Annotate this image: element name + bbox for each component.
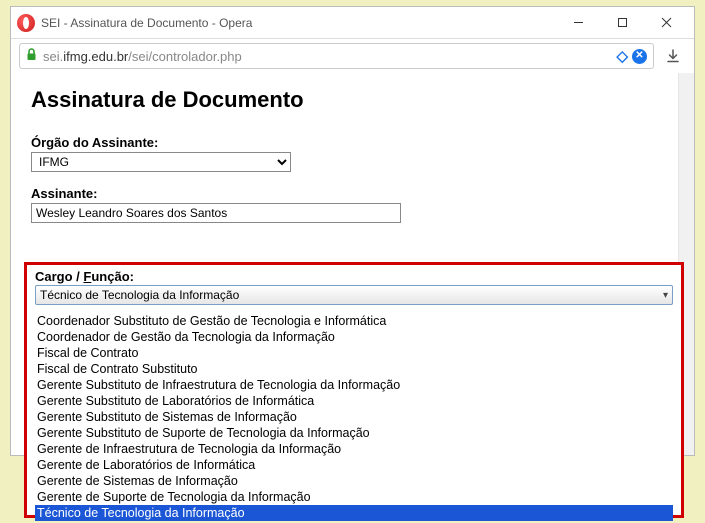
shield-icon[interactable]: ◇ xyxy=(616,47,628,65)
stop-icon[interactable]: ✕ xyxy=(632,49,647,64)
download-icon[interactable] xyxy=(660,43,686,69)
chevron-down-icon: ▾ xyxy=(663,290,668,301)
cargo-option[interactable]: Gerente de Laboratórios de Informática xyxy=(35,457,673,473)
cargo-option[interactable]: Gerente Substituto de Sistemas de Inform… xyxy=(35,409,673,425)
address-bar: sei.ifmg.edu.br/sei/controlador.php ◇ ✕ xyxy=(11,39,694,73)
orgao-label: Órgão do Assinante: xyxy=(31,135,674,150)
cargo-option[interactable]: Gerente Substituto de Infraestrutura de … xyxy=(35,377,673,393)
cargo-option-list: Coordenador Substituto de Gestão de Tecn… xyxy=(35,313,673,521)
maximize-button[interactable] xyxy=(600,9,644,37)
close-button[interactable] xyxy=(644,9,688,37)
cargo-option[interactable]: Gerente Substituto de Laboratórios de In… xyxy=(35,393,673,409)
cargo-option[interactable]: Fiscal de Contrato Substituto xyxy=(35,361,673,377)
url-text: sei.ifmg.edu.br/sei/controlador.php xyxy=(43,49,616,64)
lock-icon xyxy=(26,48,37,64)
page-content: Assinatura de Documento Órgão do Assinan… xyxy=(11,73,694,251)
cargo-label: Cargo / Função: xyxy=(35,269,673,284)
cargo-option[interactable]: Coordenador de Gestão da Tecnologia da I… xyxy=(35,329,673,345)
minimize-button[interactable] xyxy=(556,9,600,37)
cargo-option[interactable]: Coordenador Substituto de Gestão de Tecn… xyxy=(35,313,673,329)
cargo-option[interactable]: Fiscal de Contrato xyxy=(35,345,673,361)
titlebar: SEI - Assinatura de Documento - Opera xyxy=(11,7,694,39)
cargo-option[interactable]: Gerente de Suporte de Tecnologia da Info… xyxy=(35,489,673,505)
url-field[interactable]: sei.ifmg.edu.br/sei/controlador.php ◇ ✕ xyxy=(19,43,654,69)
page-title: Assinatura de Documento xyxy=(31,87,674,113)
opera-icon xyxy=(17,14,35,32)
orgao-select[interactable]: IFMG xyxy=(31,152,291,172)
window-title: SEI - Assinatura de Documento - Opera xyxy=(41,16,556,30)
address-end: ◇ ✕ xyxy=(616,47,647,65)
cargo-label-prefix: Cargo / xyxy=(35,269,83,284)
cargo-label-suffix: unção: xyxy=(91,269,134,284)
cargo-select[interactable]: Técnico de Tecnologia da Informação ▾ xyxy=(35,285,673,305)
url-domain: ifmg.edu.br xyxy=(63,49,128,64)
url-path: /sei/controlador.php xyxy=(128,49,241,64)
cargo-selected-value: Técnico de Tecnologia da Informação xyxy=(40,288,239,302)
assinante-input[interactable] xyxy=(31,203,401,223)
cargo-highlight-box: Cargo / Função: Técnico de Tecnologia da… xyxy=(24,262,684,518)
cargo-option[interactable]: Gerente de Sistemas de Informação xyxy=(35,473,673,489)
cargo-option[interactable]: Técnico de Tecnologia da Informação xyxy=(35,505,673,521)
cargo-option[interactable]: Gerente Substituto de Suporte de Tecnolo… xyxy=(35,425,673,441)
window-controls xyxy=(556,9,688,37)
assinante-label: Assinante: xyxy=(31,186,674,201)
cargo-option[interactable]: Gerente de Infraestrutura de Tecnologia … xyxy=(35,441,673,457)
url-prefix: sei. xyxy=(43,49,63,64)
